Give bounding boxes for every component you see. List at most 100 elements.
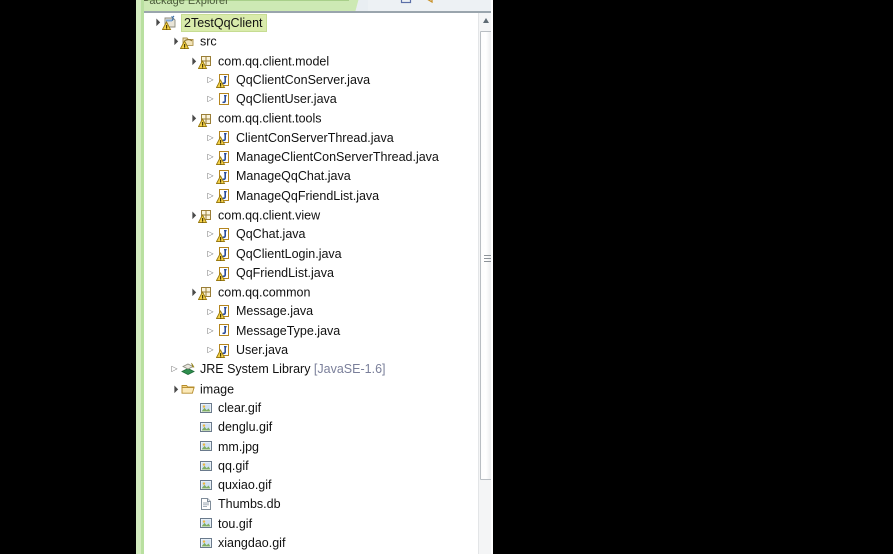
expand-arrow-closed-icon[interactable]: [205, 340, 216, 359]
view-right-edge: [491, 0, 493, 554]
tree-row[interactable]: QqFriendList.java: [144, 264, 478, 283]
expand-arrow-closed-icon[interactable]: [205, 224, 216, 243]
tree-row[interactable]: xiangdao.gif: [144, 534, 478, 553]
tree-row-label: image: [200, 382, 235, 397]
tree-row-label: 2TestQqClient: [181, 13, 267, 32]
tree-row[interactable]: Thumbs.db: [144, 495, 478, 514]
tree-row-label: com.qq.client.view: [218, 208, 321, 223]
tree-row[interactable]: clear.gif: [144, 399, 478, 418]
tree-row-label: MessageType.java: [236, 323, 341, 338]
tree-row-label: ClientConServerThread.java: [236, 130, 394, 145]
tree-row[interactable]: User.java: [144, 341, 478, 360]
expand-arrow-open-icon[interactable]: [187, 51, 198, 71]
tree-row[interactable]: quxiao.gif: [144, 476, 478, 495]
tree-row[interactable]: 2TestQqClient: [144, 13, 478, 32]
expand-arrow-closed-icon[interactable]: [205, 89, 216, 108]
expand-arrow-closed-icon[interactable]: [205, 147, 216, 166]
java-project-warning-icon: [162, 14, 178, 31]
tree-row[interactable]: ManageClientConServerThread.java: [144, 148, 478, 167]
tree-row-label: ManageClientConServerThread.java: [236, 150, 439, 165]
image-file-icon: [198, 477, 214, 493]
tree-row-label: com.qq.client.tools: [218, 111, 322, 126]
tree-row[interactable]: com.qq.client.tools: [144, 109, 478, 128]
tree-row[interactable]: com.qq.client.model: [144, 52, 478, 71]
image-file-icon: [198, 515, 214, 531]
view-menu-icon[interactable]: [426, 0, 438, 5]
package-warning-icon: [198, 284, 214, 301]
source-folder-warning-icon: [180, 33, 196, 50]
expand-arrow-closed-icon[interactable]: [205, 302, 216, 321]
tree-row[interactable]: ClientConServerThread.java: [144, 129, 478, 148]
tree-row[interactable]: JRE System Library [JavaSE-1.6]: [144, 360, 478, 379]
tree-row[interactable]: MessageType.java: [144, 322, 478, 341]
expand-arrow-closed-icon[interactable]: [169, 359, 180, 378]
tree-row-label: quxiao.gif: [218, 478, 272, 493]
tree-row[interactable]: mm.jpg: [144, 438, 478, 457]
tree-row-label: denglu.gif: [218, 420, 273, 435]
tree-row[interactable]: com.qq.common: [144, 283, 478, 302]
package-warning-icon: [198, 207, 214, 224]
java-file-warning-icon: [216, 129, 232, 146]
tree-row[interactable]: QqClientConServer.java: [144, 71, 478, 90]
java-file-warning-icon: [216, 265, 232, 281]
tree-row-label: clear.gif: [218, 400, 262, 415]
java-file-icon: [216, 91, 232, 107]
image-file-icon: [198, 535, 214, 551]
expand-arrow-closed-icon[interactable]: [205, 244, 216, 263]
tree-row-label: QqChat.java: [236, 227, 306, 242]
tree-row[interactable]: denglu.gif: [144, 418, 478, 437]
tree-row-label: com.qq.common: [218, 285, 311, 300]
tree-row[interactable]: qq.gif: [144, 457, 478, 476]
expand-arrow-closed-icon[interactable]: [205, 321, 216, 340]
image-file-icon: [198, 400, 214, 416]
expand-arrow-closed-icon[interactable]: [205, 263, 216, 282]
tree-row-label: ManageQqFriendList.java: [236, 188, 380, 203]
tree-row-label: qq.gif: [218, 458, 249, 473]
java-file-warning-icon: [216, 245, 232, 262]
tree-row-label: src: [200, 34, 217, 49]
left-background: [0, 0, 136, 554]
tree-row[interactable]: QqClientLogin.java: [144, 245, 478, 264]
tree-client-area[interactable]: 2TestQqClient srccom.qq.client.model QqCli…: [144, 13, 478, 554]
minimize-icon[interactable]: [400, 0, 412, 5]
tree-row[interactable]: ManageQqFriendList.java: [144, 187, 478, 206]
tree-row[interactable]: QqChat.java: [144, 225, 478, 244]
tree-row[interactable]: com.qq.client.view: [144, 206, 478, 225]
tree-row-label: tou.gif: [218, 516, 253, 531]
java-file-warning-icon: [216, 303, 232, 320]
tree-row-label-suffix: [JavaSE-1.6]: [310, 362, 386, 377]
package-explorer-view: Package Explorer 2TestQqClientsrccom.qq.…: [136, 0, 493, 554]
expand-arrow-open-icon[interactable]: [151, 13, 162, 32]
tree-row[interactable]: ManageQqChat.java: [144, 167, 478, 186]
tree-row-label: JRE System Library: [200, 362, 311, 377]
expand-arrow-closed-icon[interactable]: [205, 70, 216, 89]
tree-row-label: Message.java: [236, 304, 314, 319]
expand-arrow-open-icon[interactable]: [187, 282, 198, 302]
view-tab-strip: Package Explorer: [136, 0, 493, 11]
tree-row[interactable]: image: [144, 380, 478, 399]
image-file-icon: [198, 438, 214, 454]
expand-arrow-open-icon[interactable]: [169, 379, 180, 399]
expand-arrow-closed-icon[interactable]: [205, 128, 216, 147]
expand-arrow-closed-icon[interactable]: [205, 186, 216, 205]
tree-row[interactable]: Message.java: [144, 302, 478, 321]
expand-arrow-open-icon[interactable]: [187, 205, 198, 225]
tree-row-label: com.qq.client.model: [218, 54, 330, 69]
right-background: [493, 0, 893, 554]
tab-package-explorer[interactable]: Package Explorer: [136, 0, 351, 11]
expand-arrow-open-icon[interactable]: [187, 108, 198, 128]
tree-row[interactable]: QqClientUser.java: [144, 90, 478, 109]
tab-label: Package Explorer: [142, 0, 229, 7]
tree-row[interactable]: src: [144, 32, 478, 51]
java-file-warning-icon: [216, 168, 232, 185]
java-file-icon: [216, 322, 232, 338]
java-file-warning-icon: [216, 187, 232, 204]
tree-row[interactable]: tou.gif: [144, 515, 478, 534]
tree-row-label: QqFriendList.java: [236, 265, 334, 280]
tree-row-label: QqClientLogin.java: [236, 246, 342, 261]
expand-arrow-open-icon[interactable]: [169, 31, 180, 51]
java-file-warning-icon: [216, 72, 232, 88]
screenshot-root: Package Explorer 2TestQqClientsrccom.qq.…: [0, 0, 893, 554]
expand-arrow-closed-icon[interactable]: [205, 166, 216, 185]
tree-row-label: mm.jpg: [218, 439, 259, 454]
